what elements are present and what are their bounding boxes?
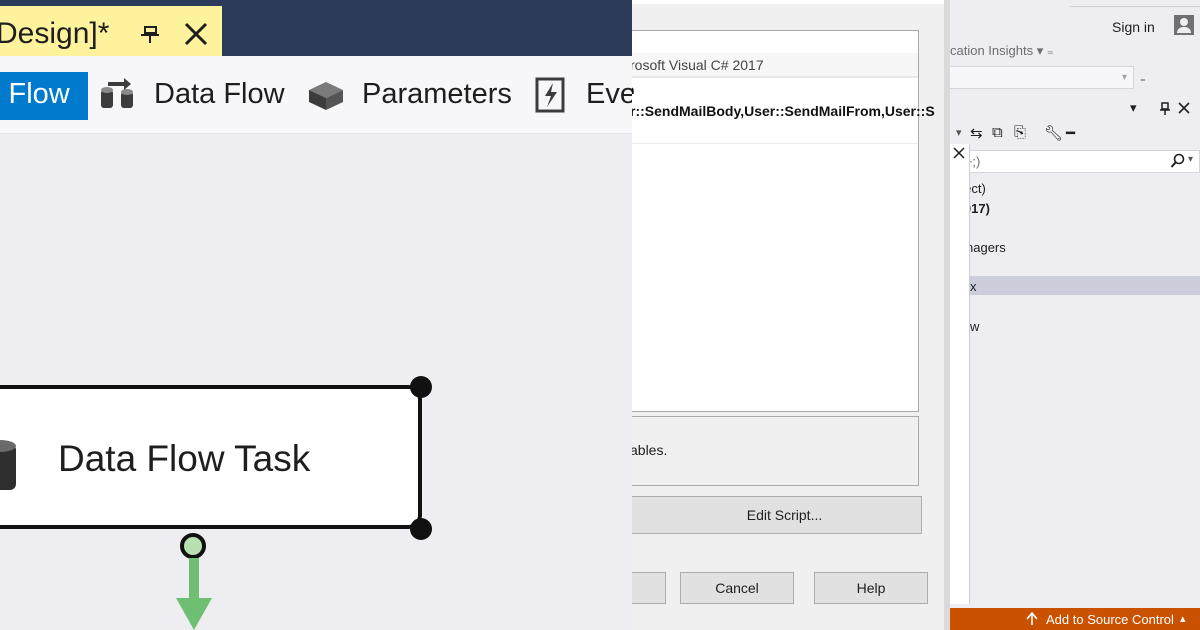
preview-icon[interactable]: ━	[1066, 124, 1075, 142]
pin-icon[interactable]	[138, 22, 162, 46]
tab-data-flow[interactable]: Data Flow	[98, 72, 285, 120]
precedence-arrow[interactable]	[174, 558, 214, 630]
property-grid: rosoft Visual C# 2017 n r::SendMailBody,…	[632, 30, 935, 412]
solution-explorer-search-input[interactable]	[950, 150, 1200, 173]
tab-event-handlers[interactable]: Eve	[534, 72, 632, 120]
sync-icon[interactable]: ⇆	[970, 124, 983, 142]
overlapping-window-strip	[950, 144, 970, 604]
tree-selected-row[interactable]	[950, 276, 1200, 295]
screenshot-root: Design]* l Flow Data Flow Parameters Eve…	[0, 0, 1200, 630]
database-icon	[0, 440, 16, 490]
account-avatar-icon[interactable]	[1174, 15, 1194, 35]
visual-studio-shell: Sign in cation Insights ▾ ₌ ▾ ₌ ▾ ▾ ⇆ ⧉ …	[950, 0, 1200, 630]
precedence-connector-anchor[interactable]	[180, 533, 206, 559]
tab-parameters[interactable]: Parameters	[306, 72, 512, 120]
property-divider	[632, 77, 918, 78]
application-insights-menu[interactable]: cation Insights ▾ ₌	[950, 43, 1054, 59]
document-tab-title: Design]*	[0, 17, 110, 50]
close-icon[interactable]	[952, 146, 966, 160]
show-all-files-icon[interactable]: ⎘	[1014, 124, 1026, 141]
pin-icon[interactable]	[1159, 102, 1171, 116]
property-divider	[632, 143, 918, 144]
solution-configuration-combo[interactable]	[950, 66, 1134, 89]
script-language-value: rosoft Visual C# 2017	[632, 57, 764, 73]
toolbar-overflow-icon[interactable]: ₌	[1140, 72, 1146, 85]
edit-script-button[interactable]: Edit Script...	[632, 496, 922, 534]
resize-handle-bottom-right[interactable]	[410, 518, 432, 540]
chevron-down-icon[interactable]: ▾	[956, 126, 962, 139]
designer-tabstrip: l Flow Data Flow Parameters Eve	[0, 56, 632, 134]
package-designer-pane: Design]* l Flow Data Flow Parameters Eve…	[0, 0, 632, 630]
tree-item-w[interactable]: w	[970, 319, 979, 334]
cancel-button[interactable]: Cancel	[680, 572, 794, 604]
chevron-down-icon[interactable]: ▾	[1188, 154, 1193, 165]
collapse-all-icon[interactable]: ⧉	[992, 124, 1003, 141]
tab-parameters-label: Parameters	[362, 78, 512, 110]
document-tab[interactable]: Design]*	[0, 6, 222, 56]
property-description-text: ables.	[632, 442, 668, 458]
tab-event-handlers-label: Eve	[586, 78, 632, 110]
data-flow-icon	[101, 78, 133, 108]
tab-data-flow-label: Data Flow	[154, 78, 285, 110]
property-row-cut-text: n	[632, 82, 635, 94]
sign-in-link[interactable]: Sign in	[1112, 19, 1155, 35]
readonly-variables-value[interactable]: r::SendMailBody,User::SendMailFrom,User:…	[632, 103, 935, 119]
application-insights-label: cation Insights	[950, 43, 1034, 58]
ok-button[interactable]	[632, 572, 666, 604]
data-flow-task-label: Data Flow Task	[58, 438, 311, 479]
window-caption-edge	[1070, 0, 1200, 7]
properties-wrench-icon[interactable]: 🔧︎	[1044, 124, 1063, 142]
close-icon[interactable]	[1178, 102, 1190, 114]
tree-item-connection-managers[interactable]: nagers	[966, 240, 1006, 255]
help-button[interactable]: Help	[814, 572, 928, 604]
chevron-up-icon[interactable]: ▴	[1180, 612, 1186, 625]
window-position-icon[interactable]: ▾	[1130, 100, 1137, 116]
tab-control-flow-label: l Flow	[0, 78, 70, 110]
event-handlers-icon	[535, 77, 565, 113]
tab-control-flow[interactable]: l Flow	[0, 72, 88, 120]
solution-explorer-toolbar: ▾ ⇆ ⧉ ⎘ 🔧︎ ━	[950, 122, 1200, 148]
search-icon[interactable]	[1170, 153, 1186, 169]
script-task-editor: rosoft Visual C# 2017 n r::SendMailBody,…	[632, 0, 950, 630]
chevron-down-icon: ▾	[1122, 72, 1128, 83]
parameters-icon	[309, 82, 343, 110]
resize-handle-top-right[interactable]	[410, 376, 432, 398]
arrow-up-icon	[1026, 612, 1038, 625]
tree-item-selected: x	[970, 279, 977, 294]
add-to-source-control-button[interactable]: Add to Source Control	[1046, 612, 1174, 627]
close-icon[interactable]	[182, 20, 210, 48]
property-description-panel	[632, 416, 919, 486]
editor-top-edge	[632, 0, 944, 4]
